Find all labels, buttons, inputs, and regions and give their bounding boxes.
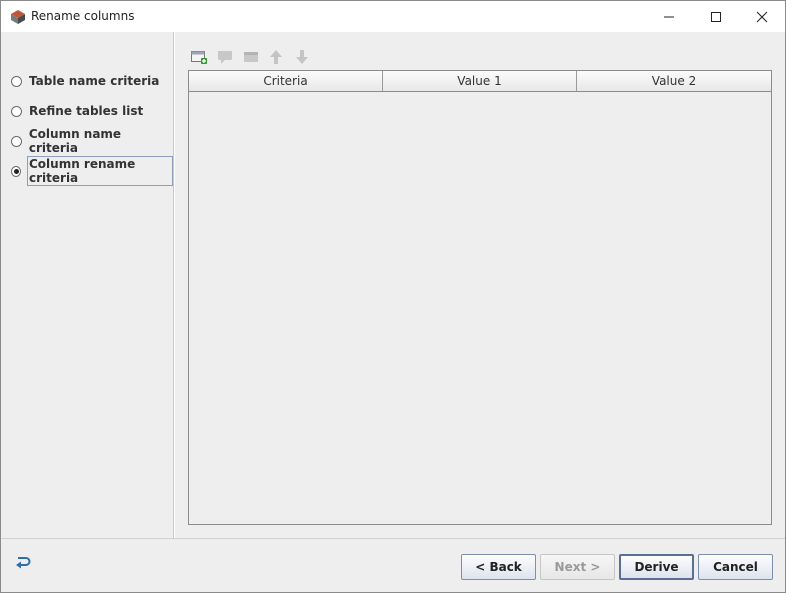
step-column-rename-criteria[interactable]: Column rename criteria xyxy=(11,156,173,186)
move-up-button[interactable] xyxy=(266,47,286,67)
step-label: Column rename criteria xyxy=(27,156,173,186)
radio-button[interactable] xyxy=(11,105,22,117)
derive-label-post: erive xyxy=(644,560,679,574)
step-label: Refine tables list xyxy=(29,104,144,118)
cancel-label-post: ancel xyxy=(721,560,758,574)
maximize-button[interactable] xyxy=(693,1,739,32)
maximize-icon xyxy=(711,11,721,22)
next-button[interactable]: Next > xyxy=(540,554,615,580)
comment-icon xyxy=(218,51,232,64)
footer-separator xyxy=(1,538,785,539)
title-bar[interactable]: Rename columns xyxy=(1,1,785,32)
back-label-mnemonic: B xyxy=(489,560,499,574)
column-header-value-2[interactable]: Value 2 xyxy=(577,71,771,91)
radio-button-selected[interactable] xyxy=(11,165,21,177)
window-title: Rename columns xyxy=(31,9,135,23)
panel-divider-highlight xyxy=(174,32,175,538)
column-header-value-1[interactable]: Value 1 xyxy=(383,71,577,91)
close-icon xyxy=(756,11,768,22)
delete-row-button[interactable] xyxy=(241,47,261,67)
delete-row-icon xyxy=(244,52,258,62)
move-down-button[interactable] xyxy=(292,47,312,67)
step-label: Table name criteria xyxy=(29,74,160,88)
table-body[interactable] xyxy=(189,92,771,524)
cancel-label-mnemonic: C xyxy=(713,560,722,574)
derive-button[interactable]: Derive xyxy=(619,554,694,580)
minimize-button[interactable] xyxy=(646,1,692,32)
column-header-criteria[interactable]: Criteria xyxy=(189,71,383,91)
comment-button[interactable] xyxy=(215,47,235,67)
derive-label-mnemonic: D xyxy=(634,560,645,574)
app-logo-icon xyxy=(11,10,25,24)
radio-button[interactable] xyxy=(11,75,22,87)
wizard-steps-panel: Table name criteria Refine tables list C… xyxy=(1,32,173,538)
close-button[interactable] xyxy=(739,1,785,32)
cancel-button[interactable]: Cancel xyxy=(698,554,773,580)
table-header: Criteria Value 1 Value 2 xyxy=(189,71,771,92)
arrow-up-icon xyxy=(270,50,282,64)
radio-button[interactable] xyxy=(11,135,22,147)
step-label: Column name criteria xyxy=(28,127,122,155)
rename-columns-window: Rename columns Table name criteria Refin… xyxy=(0,0,786,593)
add-row-icon xyxy=(191,51,207,64)
step-table-name-criteria[interactable]: Table name criteria xyxy=(11,72,160,90)
back-label-pre: < xyxy=(475,560,490,574)
step-refine-tables-list[interactable]: Refine tables list xyxy=(11,102,144,120)
step-column-name-criteria[interactable]: Column name criteria xyxy=(11,127,173,155)
next-label-mnemonic: N xyxy=(554,560,565,574)
minimize-icon xyxy=(664,16,674,17)
criteria-table[interactable]: Criteria Value 1 Value 2 xyxy=(188,70,772,525)
back-button[interactable]: < Back xyxy=(461,554,536,580)
next-label-post: ext > xyxy=(564,560,601,574)
arrow-down-icon xyxy=(296,50,308,64)
add-row-button[interactable] xyxy=(189,47,209,67)
back-label-post: ack xyxy=(498,560,522,574)
return-arrow-icon[interactable] xyxy=(14,554,32,572)
